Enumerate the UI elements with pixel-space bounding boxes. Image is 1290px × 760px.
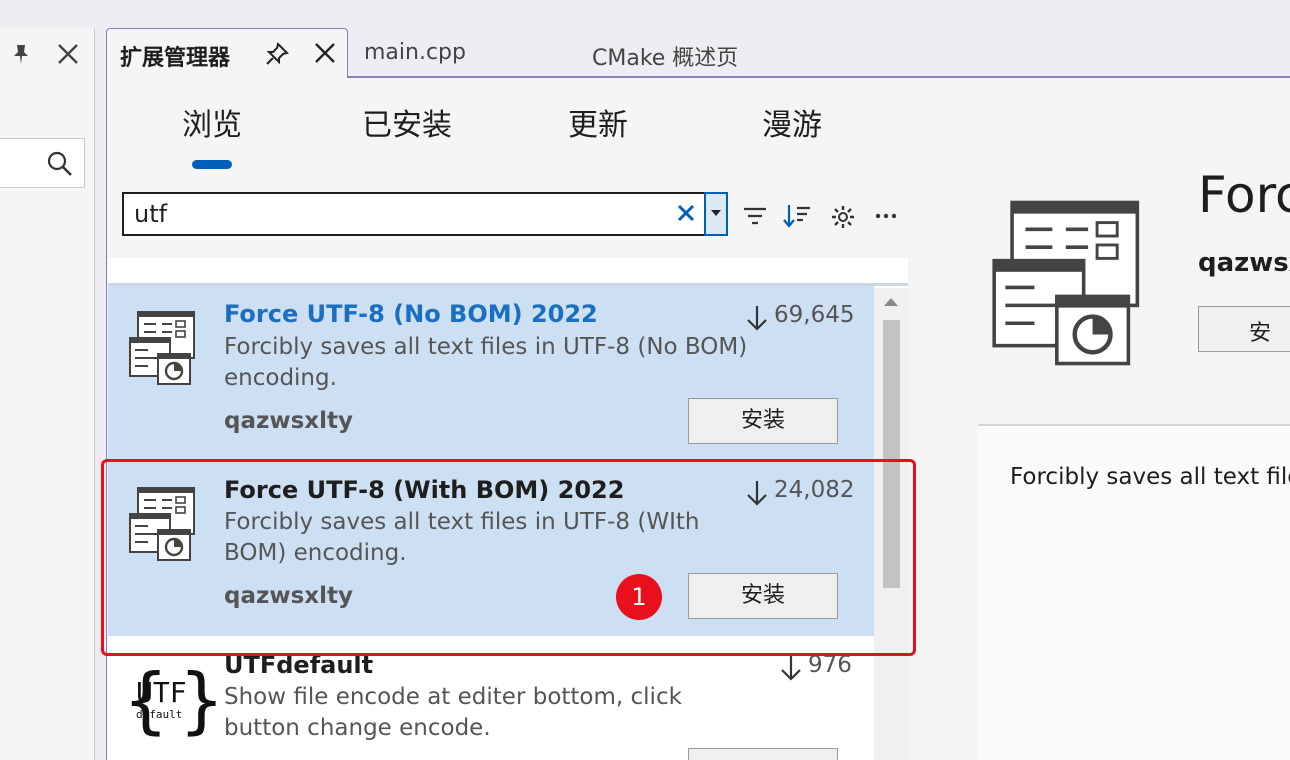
download-icon bbox=[781, 656, 801, 681]
close-tab-icon[interactable] bbox=[313, 41, 337, 65]
detail-install-button[interactable]: 安装 bbox=[1198, 306, 1290, 352]
detail-extension-icon bbox=[992, 200, 1140, 366]
scroll-up-icon[interactable] bbox=[882, 296, 900, 308]
annotation-step-badge: 1 bbox=[616, 574, 662, 620]
search-icon[interactable] bbox=[46, 150, 74, 178]
extension-icon bbox=[129, 311, 195, 385]
install-button[interactable]: 安装 bbox=[688, 398, 838, 444]
tab-cmake-overview[interactable]: CMake 概述页 bbox=[592, 40, 738, 72]
tab-extension-manager-label: 扩展管理器 bbox=[120, 46, 231, 71]
gear-icon[interactable] bbox=[830, 204, 856, 230]
active-tab-indicator bbox=[192, 160, 232, 169]
extension-description: Show file encode at editer bottom, click… bbox=[224, 684, 682, 741]
clear-search-icon[interactable] bbox=[676, 203, 696, 223]
sort-icon[interactable] bbox=[782, 202, 812, 230]
icon-text-utf: UTF bbox=[136, 676, 187, 709]
icon-text-default: default bbox=[136, 708, 183, 721]
more-options-icon[interactable] bbox=[874, 210, 898, 222]
extension-title[interactable]: Force UTF-8 (No BOM) 2022 bbox=[224, 300, 598, 328]
close-icon[interactable] bbox=[56, 42, 80, 66]
tab-browse[interactable]: 浏览 bbox=[182, 100, 242, 144]
utfdefault-icon: { } UTF default bbox=[124, 658, 224, 742]
annotation-highlight-box bbox=[101, 459, 916, 656]
download-count: 69,645 bbox=[774, 302, 855, 328]
tab-roaming[interactable]: 漫游 bbox=[762, 100, 822, 144]
detail-description: Forcibly saves all text file bbox=[1010, 464, 1290, 490]
extension-description: Forcibly saves all text files in UTF-8 (… bbox=[224, 334, 748, 391]
download-icon bbox=[747, 306, 767, 331]
search-input-value: utf bbox=[134, 200, 168, 228]
detail-title: Forc bbox=[1198, 166, 1290, 224]
chevron-down-icon bbox=[711, 210, 721, 216]
tab-main-cpp[interactable]: main.cpp bbox=[364, 40, 466, 65]
pin-icon[interactable] bbox=[8, 42, 34, 68]
tab-updates[interactable]: 更新 bbox=[568, 100, 628, 144]
pin-tab-icon[interactable] bbox=[264, 41, 290, 67]
search-input[interactable] bbox=[122, 192, 728, 236]
install-button-partial[interactable] bbox=[688, 748, 838, 760]
filter-icon[interactable] bbox=[742, 204, 768, 228]
extension-author: qazwsxlty bbox=[224, 408, 354, 434]
detail-install-label: 安装 bbox=[1249, 321, 1272, 346]
tab-installed[interactable]: 已安装 bbox=[362, 100, 452, 144]
detail-author: qazwsx bbox=[1198, 248, 1290, 278]
